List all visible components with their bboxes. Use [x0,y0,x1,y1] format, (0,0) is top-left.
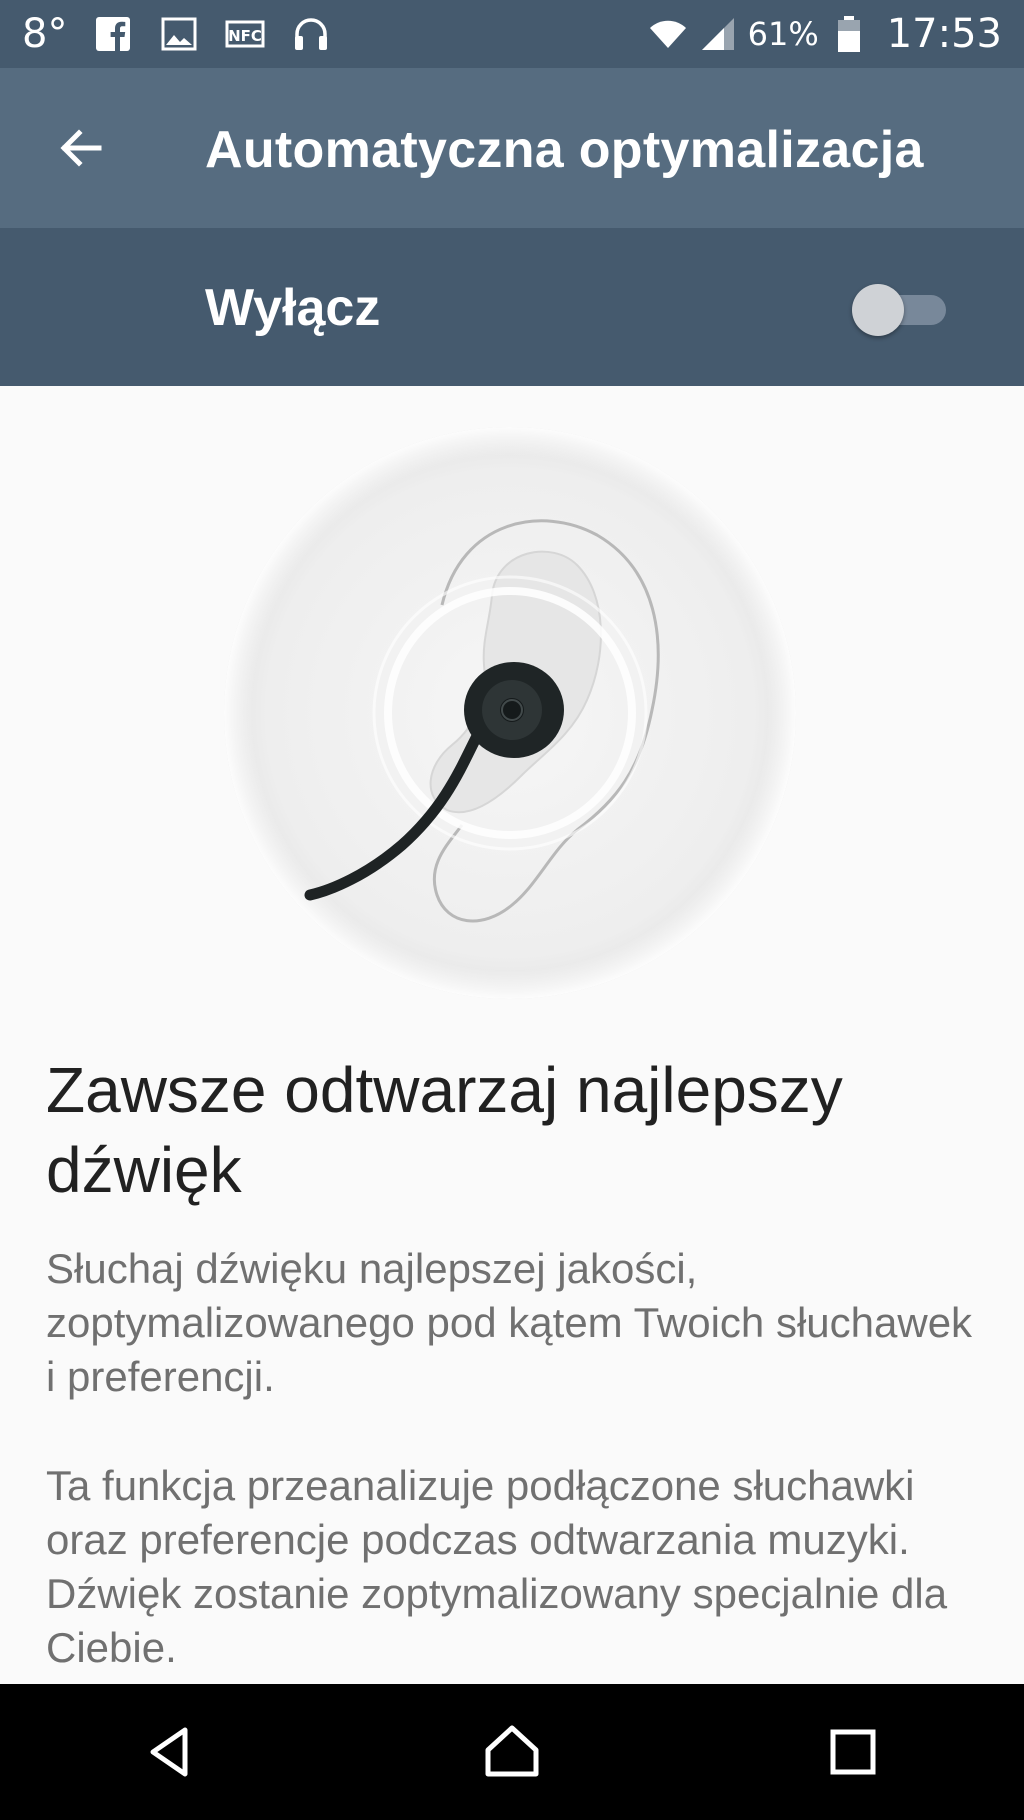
svg-text:NFC: NFC [229,27,263,45]
status-bar: 8° NFC 61% 17:53 [0,0,1024,68]
earphone-illustration [222,425,798,1001]
master-switch-row[interactable]: Wyłącz [0,228,1024,386]
app-bar: Automatyczna optymalizacja [0,68,1024,228]
wifi-icon [648,14,688,54]
page-title: Automatyczna optymalizacja [205,121,924,179]
master-switch-label: Wyłącz [205,279,381,337]
details-paragraph: Ta funkcja przeanalizuje podłączone słuc… [46,1462,948,1671]
master-toggle[interactable] [852,284,948,336]
recents-icon [830,1729,876,1775]
nav-home-button[interactable] [452,1692,572,1812]
description-paragraph: Słuchaj dźwięku najlepszej jakości, zopt… [46,1245,973,1400]
back-button[interactable] [26,93,136,203]
nav-back-button[interactable] [111,1692,231,1812]
battery-percent: 61% [747,15,819,53]
toggle-thumb [852,284,904,336]
battery-icon [829,14,869,54]
navigation-bar [0,1684,1024,1820]
headphones-icon [291,14,331,54]
clock: 17:53 [886,11,1002,57]
back-icon [150,1727,188,1777]
facebook-icon [93,14,133,54]
signal-icon [698,14,738,54]
headline: Zawsze odtwarzaj najlepszy dźwięk [46,1054,843,1206]
arrow-back-icon [60,129,102,167]
nfc-icon: NFC [225,14,265,54]
temperature: 8° [22,11,68,57]
home-icon [485,1725,539,1777]
gallery-icon [159,14,199,54]
nav-recents-button[interactable] [793,1692,913,1812]
